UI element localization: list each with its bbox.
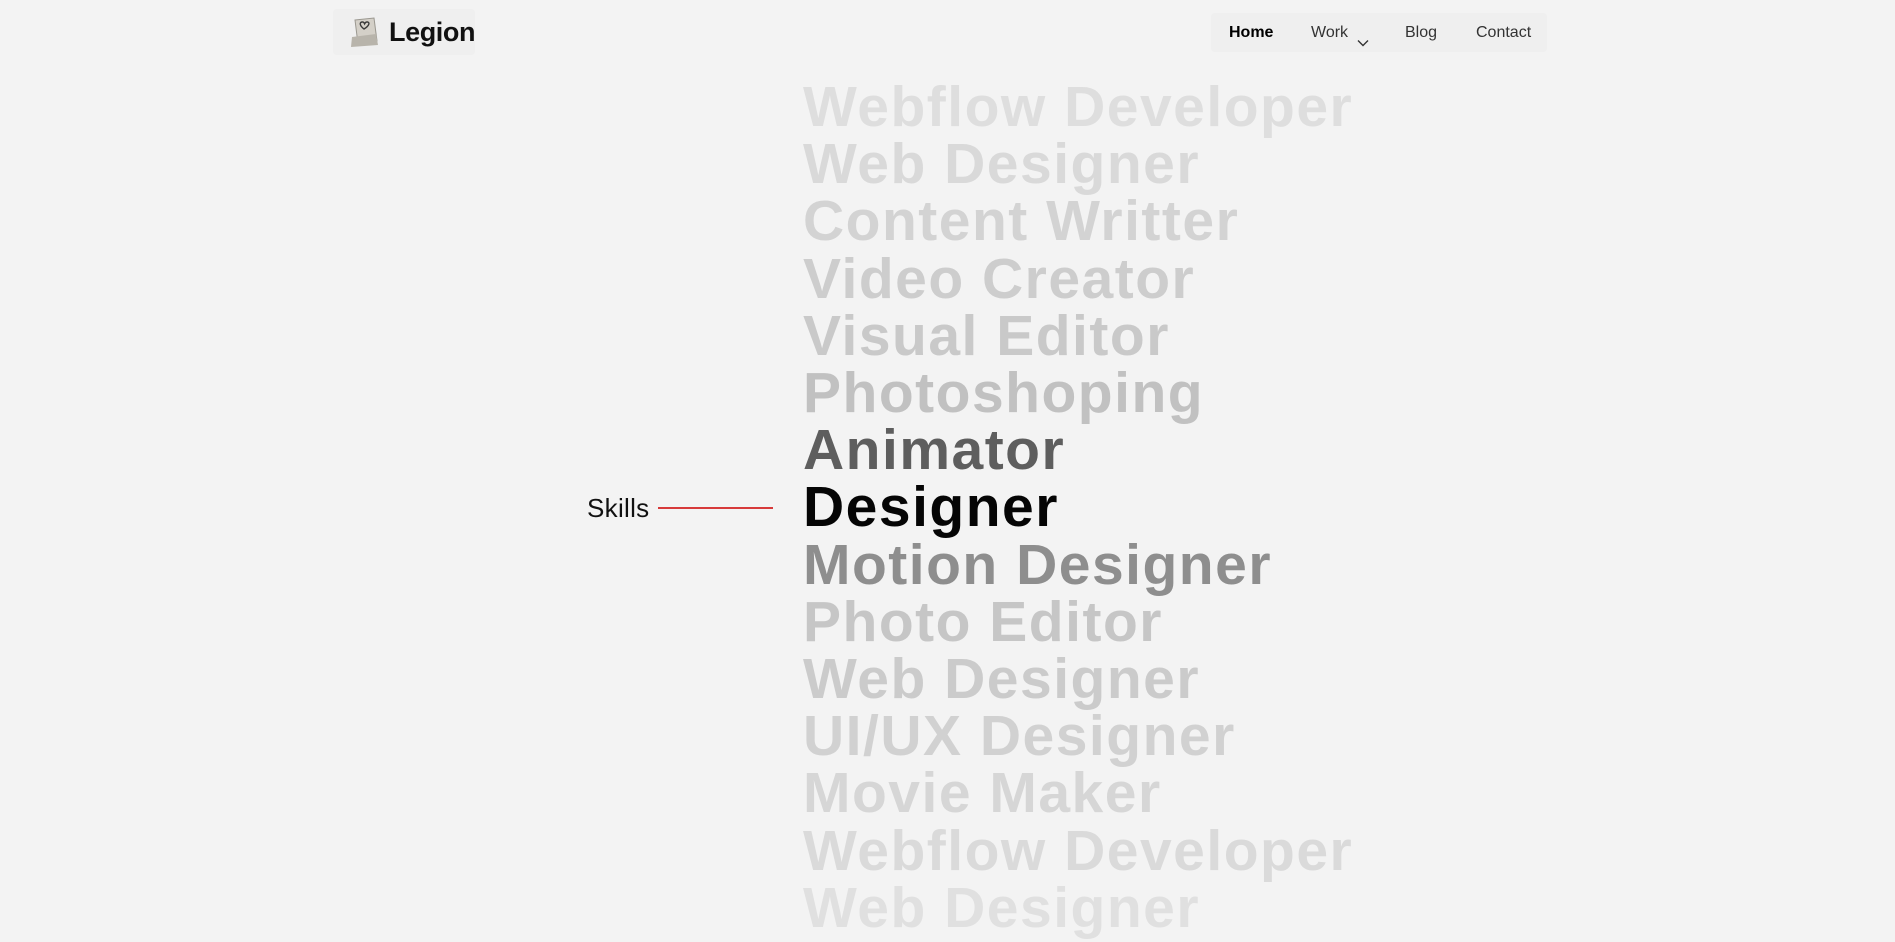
skill-word: Web Designer [803, 875, 1201, 940]
skill-word: Photo Editor [803, 589, 1163, 654]
skill-word: Visual Editor [803, 303, 1170, 368]
skill-word: UI/UX Designer [803, 704, 1236, 769]
skill-word: Web Designer [803, 132, 1201, 197]
skill-word: Webflow Developer [803, 818, 1354, 883]
nav-link-work[interactable]: Work [1311, 13, 1370, 52]
skill-word: Movie Maker [803, 761, 1162, 826]
skill-word: Animator [803, 418, 1066, 483]
nav-link-work-label: Work [1311, 24, 1349, 41]
photo-heart-icon [347, 15, 381, 49]
brand-name: Legion [389, 16, 476, 47]
skill-word: Video Creator [803, 246, 1196, 311]
skills-label: Skills [587, 493, 650, 523]
main-nav: Home Work Blog Contact [1211, 13, 1547, 52]
nav-link-blog[interactable]: Blog [1405, 13, 1437, 52]
skill-word: Webflow Developer [803, 75, 1354, 139]
skill-word: Motion Designer [803, 532, 1273, 597]
chevron-down-icon [1356, 26, 1370, 46]
nav-link-contact[interactable]: Contact [1476, 13, 1531, 52]
skill-word: Web Designer [803, 647, 1201, 712]
skill-word: Photoshoping [803, 361, 1205, 426]
nav-link-home[interactable]: Home [1229, 13, 1273, 52]
brand-logo-link[interactable]: Legion [333, 9, 475, 55]
skills-accent-line [658, 507, 773, 509]
skill-word: Content Writter [803, 189, 1240, 254]
navbar: Legion Home Work Blog Contact [0, 0, 1895, 66]
skills-word-list: Webflow Developer Web Designer Content W… [803, 75, 1354, 940]
skill-word-current: Designer [803, 475, 1059, 540]
